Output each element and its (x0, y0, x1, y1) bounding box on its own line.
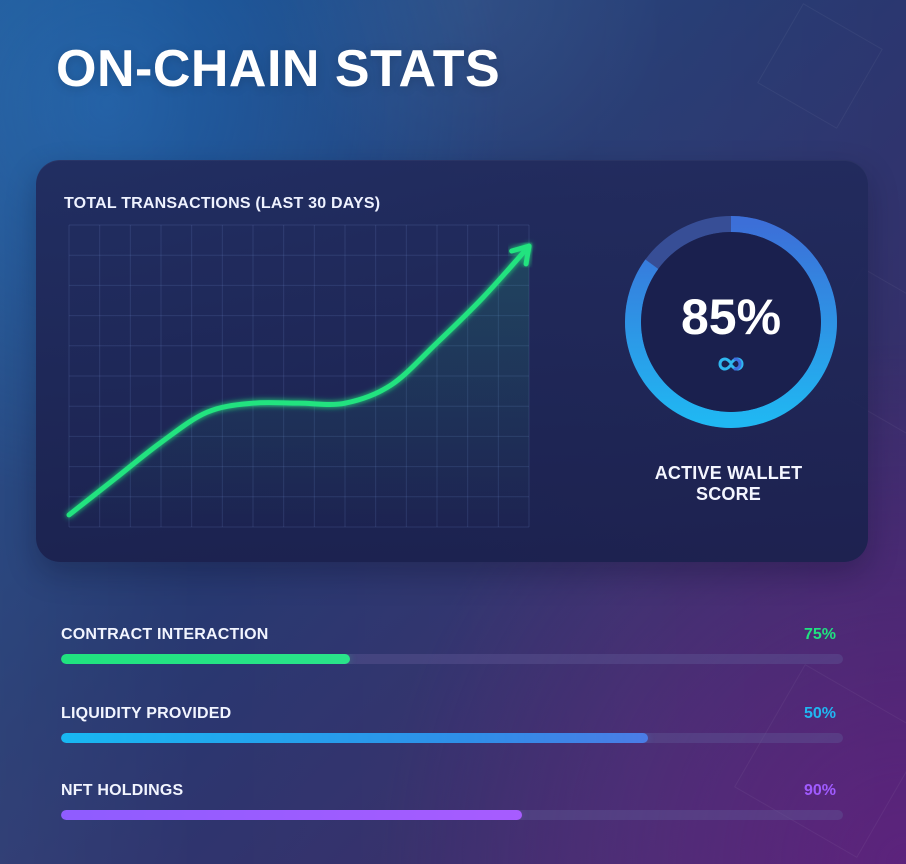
wallet-score-ring: 85% (621, 212, 841, 432)
chart-point (67, 513, 71, 517)
metric-value: 50% (803, 705, 836, 722)
background-hex-shape (757, 3, 883, 129)
stats-card: TOTAL TRANSACTIONS (LAST 30 DAYS) 85% AC… (36, 160, 868, 562)
background-hex-shape (734, 664, 906, 858)
chart-title: TOTAL TRANSACTIONS (LAST 30 DAYS) (64, 195, 381, 212)
transactions-chart-svg (66, 224, 532, 528)
link-icon (718, 357, 744, 371)
wallet-score-label: ACTIVE WALLET SCORE (654, 463, 803, 504)
metric-track (61, 810, 843, 820)
metric-fill (61, 733, 648, 743)
wallet-score-value: 85% (680, 289, 782, 345)
metric-label: CONTRACT INTERACTION (61, 626, 269, 643)
metric-label: LIQUIDITY PROVIDED (61, 705, 232, 722)
page-title: ON-CHAIN STATS (56, 40, 501, 98)
metric-fill (61, 654, 351, 664)
metric-track (61, 654, 843, 664)
chart-area-fill (69, 246, 529, 527)
metric-value: 90% (803, 782, 836, 799)
metric-fill (61, 810, 523, 820)
metric-label: NFT HOLDINGS (61, 782, 184, 799)
metric-track (61, 733, 843, 743)
transactions-chart (64, 220, 534, 537)
metric-value: 75% (803, 626, 836, 643)
